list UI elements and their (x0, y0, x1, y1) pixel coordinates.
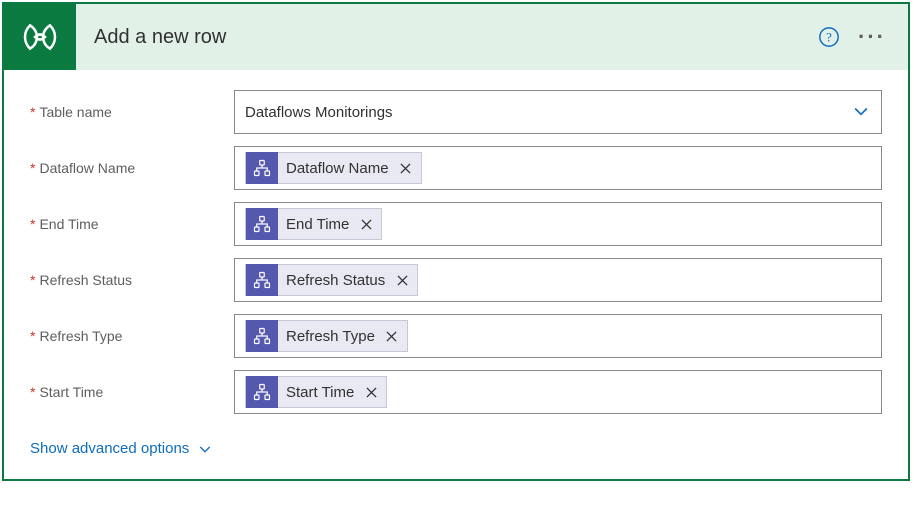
required-asterisk: * (30, 384, 35, 400)
label-text: End Time (39, 216, 98, 232)
help-icon[interactable]: ? (818, 26, 840, 48)
dataverse-icon (20, 17, 60, 57)
label-text: Start Time (39, 384, 103, 400)
token-label: Dataflow Name (286, 160, 389, 177)
row-table-name: * Table name Dataflows Monitorings (30, 90, 882, 134)
token-refresh-type[interactable]: Refresh Type (245, 320, 408, 352)
action-card: Add a new row ? ··· * Table name Dataflo… (2, 2, 910, 481)
required-asterisk: * (30, 328, 35, 344)
row-refresh-type: * Refresh Type Refresh Type (30, 314, 882, 358)
required-asterisk: * (30, 216, 35, 232)
token-remove-button[interactable] (393, 271, 411, 289)
dynamic-content-icon (246, 264, 278, 296)
label-table-name: * Table name (30, 104, 234, 120)
row-start-time: * Start Time Start Time (30, 370, 882, 414)
dynamic-content-icon (246, 152, 278, 184)
dynamic-content-icon (246, 320, 278, 352)
token-refresh-status[interactable]: Refresh Status (245, 264, 418, 296)
label-refresh-type: * Refresh Type (30, 328, 234, 344)
label-text: Refresh Type (39, 328, 122, 344)
table-name-value: Dataflows Monitorings (245, 104, 393, 121)
token-end-time[interactable]: End Time (245, 208, 382, 240)
dataflow-name-input[interactable]: Dataflow Name (234, 146, 882, 190)
chevron-down-icon (851, 101, 871, 124)
connector-logo (4, 4, 76, 70)
card-title: Add a new row (94, 26, 818, 49)
label-refresh-status: * Refresh Status (30, 272, 234, 288)
label-end-time: * End Time (30, 216, 234, 232)
token-dataflow-name[interactable]: Dataflow Name (245, 152, 422, 184)
advanced-options-label: Show advanced options (30, 440, 189, 457)
required-asterisk: * (30, 272, 35, 288)
end-time-input[interactable]: End Time (234, 202, 882, 246)
card-body: * Table name Dataflows Monitorings * Dat… (4, 70, 908, 479)
row-dataflow-name: * Dataflow Name Dataflow Name (30, 146, 882, 190)
label-start-time: * Start Time (30, 384, 234, 400)
token-remove-button[interactable] (362, 383, 380, 401)
row-refresh-status: * Refresh Status Refresh Status (30, 258, 882, 302)
label-text: Dataflow Name (39, 160, 135, 176)
dynamic-content-icon (246, 376, 278, 408)
label-text: Refresh Status (39, 272, 132, 288)
refresh-type-input[interactable]: Refresh Type (234, 314, 882, 358)
token-label: Start Time (286, 384, 354, 401)
more-menu-icon[interactable]: ··· (858, 24, 886, 50)
token-label: End Time (286, 216, 349, 233)
row-end-time: * End Time End Time (30, 202, 882, 246)
start-time-input[interactable]: Start Time (234, 370, 882, 414)
required-asterisk: * (30, 160, 35, 176)
table-name-select[interactable]: Dataflows Monitorings (234, 90, 882, 134)
token-start-time[interactable]: Start Time (245, 376, 387, 408)
refresh-status-input[interactable]: Refresh Status (234, 258, 882, 302)
chevron-down-icon (197, 441, 213, 457)
token-remove-button[interactable] (357, 215, 375, 233)
svg-text:?: ? (826, 31, 832, 45)
token-remove-button[interactable] (397, 159, 415, 177)
card-header: Add a new row ? ··· (4, 4, 908, 70)
label-dataflow-name: * Dataflow Name (30, 160, 234, 176)
token-remove-button[interactable] (383, 327, 401, 345)
token-label: Refresh Status (286, 272, 385, 289)
required-asterisk: * (30, 104, 35, 120)
label-text: Table name (39, 104, 111, 120)
show-advanced-options-toggle[interactable]: Show advanced options (30, 440, 213, 457)
dynamic-content-icon (246, 208, 278, 240)
token-label: Refresh Type (286, 328, 375, 345)
header-actions: ? ··· (818, 24, 886, 50)
